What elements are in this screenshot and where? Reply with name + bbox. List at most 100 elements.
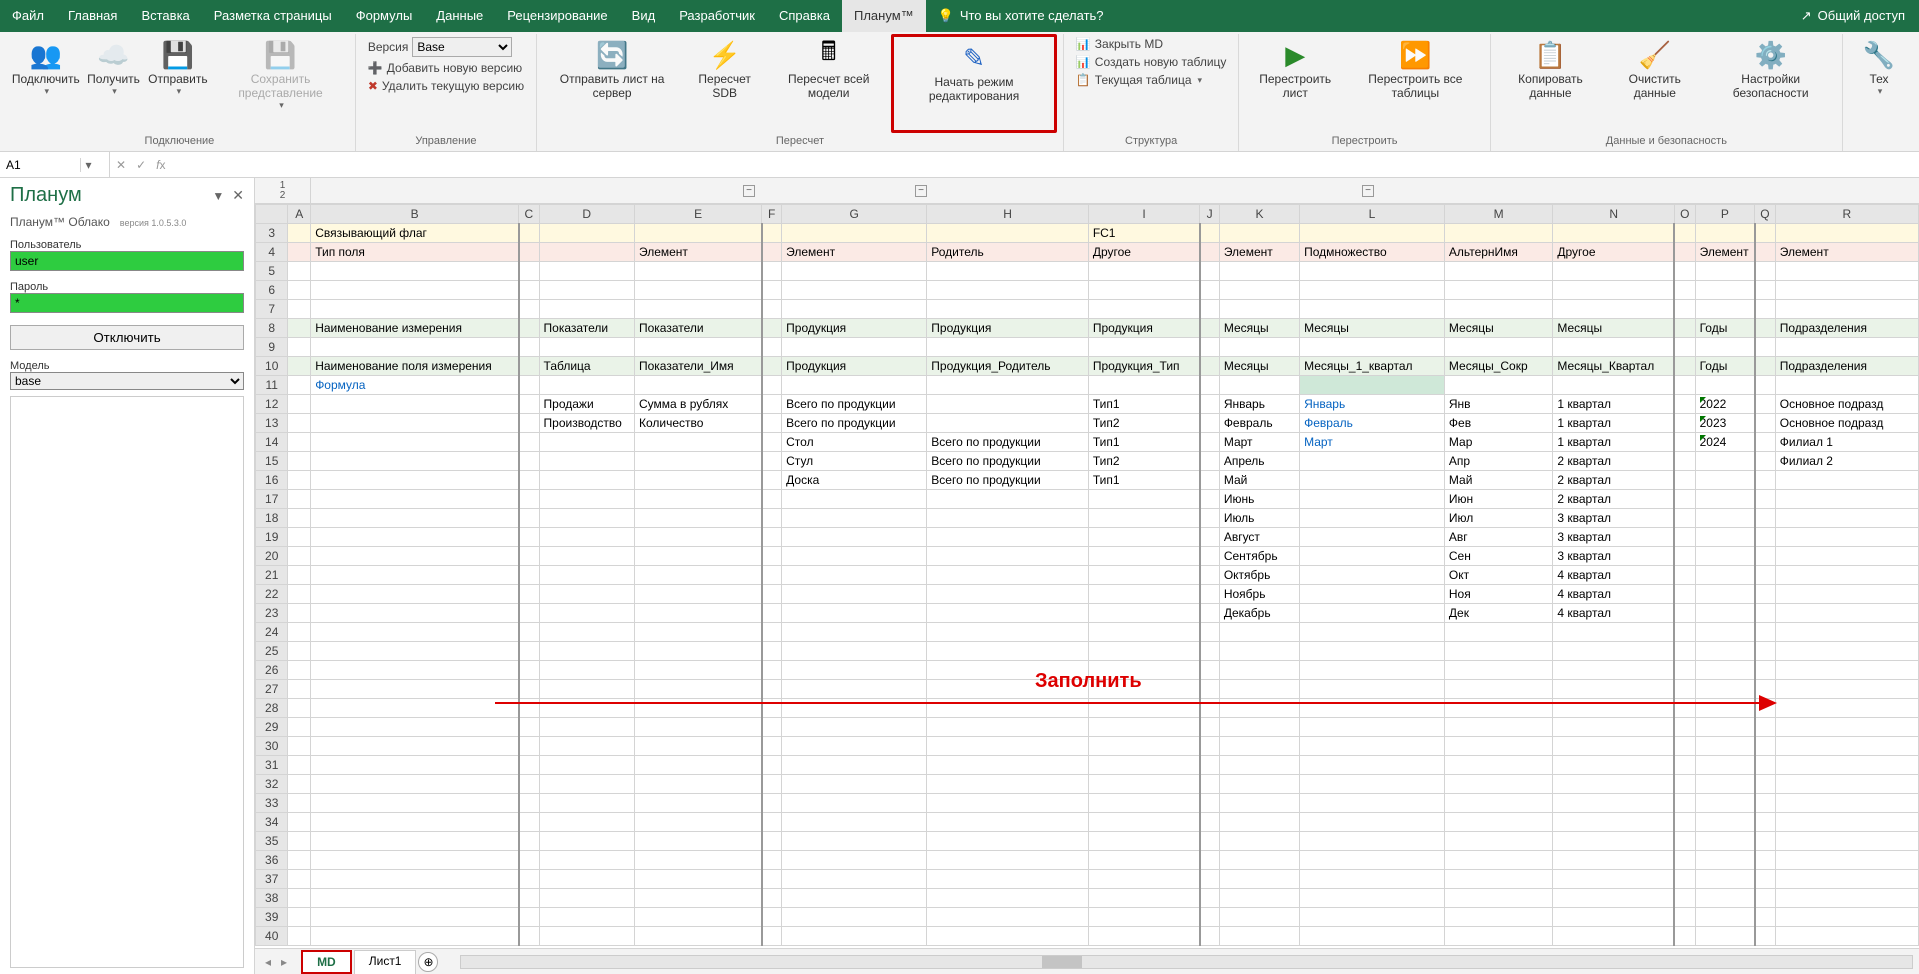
row-header-5[interactable]: 5 <box>256 262 288 281</box>
cell-D37[interactable] <box>539 870 634 889</box>
cell-D4[interactable] <box>539 243 634 262</box>
cell-L3[interactable] <box>1300 224 1445 243</box>
cell-P39[interactable] <box>1695 908 1754 927</box>
pane-close-icon[interactable]: ✕ <box>232 187 244 203</box>
cell-B36[interactable] <box>311 851 519 870</box>
cell-B8[interactable]: Наименование измерения <box>311 319 519 338</box>
recalc-sdb-button[interactable]: ⚡Пересчет SDB <box>683 34 766 133</box>
cell-E38[interactable] <box>634 889 761 908</box>
user-input[interactable] <box>10 251 244 271</box>
cell-C37[interactable] <box>519 870 539 889</box>
cell-J26[interactable] <box>1200 661 1220 680</box>
cell-C3[interactable] <box>519 224 539 243</box>
cell-E14[interactable] <box>634 433 761 452</box>
cell-D35[interactable] <box>539 832 634 851</box>
cell-H11[interactable] <box>927 376 1089 395</box>
cell-D40[interactable] <box>539 927 634 946</box>
cell-P5[interactable] <box>1695 262 1754 281</box>
col-header-E[interactable]: E <box>634 205 761 224</box>
cell-J34[interactable] <box>1200 813 1220 832</box>
outline-collapse-E[interactable]: − <box>743 185 755 197</box>
cell-I40[interactable] <box>1088 927 1200 946</box>
cell-A12[interactable] <box>288 395 311 414</box>
cell-B40[interactable] <box>311 927 519 946</box>
cell-E30[interactable] <box>634 737 761 756</box>
cell-M10[interactable]: Месяцы_Сокр <box>1444 357 1552 376</box>
close-md-button[interactable]: 📊Закрыть MD <box>1074 36 1229 52</box>
cell-E21[interactable] <box>634 566 761 585</box>
cell-L8[interactable]: Месяцы <box>1300 319 1445 338</box>
cell-E19[interactable] <box>634 528 761 547</box>
cell-E7[interactable] <box>634 300 761 319</box>
clear-data-button[interactable]: 🧹Очистить данные <box>1606 34 1703 133</box>
cell-G34[interactable] <box>782 813 927 832</box>
rebuild-sheet-button[interactable]: ▶Перестроить лист <box>1245 34 1345 133</box>
cell-I25[interactable] <box>1088 642 1200 661</box>
col-header-K[interactable]: K <box>1219 205 1299 224</box>
cell-K15[interactable]: Апрель <box>1219 452 1299 471</box>
cell-K23[interactable]: Декабрь <box>1219 604 1299 623</box>
cell-B19[interactable] <box>311 528 519 547</box>
cell-J39[interactable] <box>1200 908 1220 927</box>
name-box-dropdown[interactable]: ▾ <box>80 158 96 172</box>
cell-K31[interactable] <box>1219 756 1299 775</box>
cell-B39[interactable] <box>311 908 519 927</box>
cell-O23[interactable] <box>1674 604 1695 623</box>
cell-G12[interactable]: Всего по продукции <box>782 395 927 414</box>
cell-M31[interactable] <box>1444 756 1552 775</box>
cell-I29[interactable] <box>1088 718 1200 737</box>
cell-G4[interactable]: Элемент <box>782 243 927 262</box>
cell-H33[interactable] <box>927 794 1089 813</box>
cell-I3[interactable]: FC1 <box>1088 224 1200 243</box>
cell-C29[interactable] <box>519 718 539 737</box>
cell-O39[interactable] <box>1674 908 1695 927</box>
cell-A4[interactable] <box>288 243 311 262</box>
cell-F29[interactable] <box>762 718 782 737</box>
cell-Q40[interactable] <box>1755 927 1776 946</box>
cell-A37[interactable] <box>288 870 311 889</box>
row-header-40[interactable]: 40 <box>256 927 288 946</box>
cell-O28[interactable] <box>1674 699 1695 718</box>
cell-R25[interactable] <box>1775 642 1918 661</box>
cell-B13[interactable] <box>311 414 519 433</box>
cell-G30[interactable] <box>782 737 927 756</box>
cell-K26[interactable] <box>1219 661 1299 680</box>
cell-Q9[interactable] <box>1755 338 1776 357</box>
cell-M21[interactable]: Окт <box>1444 566 1552 585</box>
cell-G20[interactable] <box>782 547 927 566</box>
cell-E40[interactable] <box>634 927 761 946</box>
cell-F3[interactable] <box>762 224 782 243</box>
cell-G38[interactable] <box>782 889 927 908</box>
cell-K36[interactable] <box>1219 851 1299 870</box>
cell-R11[interactable] <box>1775 376 1918 395</box>
cell-J3[interactable] <box>1200 224 1220 243</box>
cell-P9[interactable] <box>1695 338 1754 357</box>
cell-H32[interactable] <box>927 775 1089 794</box>
cell-J30[interactable] <box>1200 737 1220 756</box>
cell-G21[interactable] <box>782 566 927 585</box>
col-header-F[interactable]: F <box>762 205 782 224</box>
cell-B4[interactable]: Тип поля <box>311 243 519 262</box>
fx-icon[interactable]: fx <box>156 158 165 172</box>
cell-R18[interactable] <box>1775 509 1918 528</box>
cell-R27[interactable] <box>1775 680 1918 699</box>
cell-M39[interactable] <box>1444 908 1552 927</box>
cell-K37[interactable] <box>1219 870 1299 889</box>
cell-J28[interactable] <box>1200 699 1220 718</box>
outline-collapse-G[interactable]: − <box>915 185 927 197</box>
col-header-Q[interactable]: Q <box>1755 205 1776 224</box>
cell-I21[interactable] <box>1088 566 1200 585</box>
cell-G39[interactable] <box>782 908 927 927</box>
cell-N13[interactable]: 1 квартал <box>1553 414 1675 433</box>
cell-N25[interactable] <box>1553 642 1675 661</box>
cell-K22[interactable]: Ноябрь <box>1219 585 1299 604</box>
cell-B5[interactable] <box>311 262 519 281</box>
cell-O16[interactable] <box>1674 471 1695 490</box>
cell-G31[interactable] <box>782 756 927 775</box>
cell-I14[interactable]: Тип1 <box>1088 433 1200 452</box>
sheet-tab-MD[interactable]: MD <box>301 950 352 974</box>
cell-I28[interactable] <box>1088 699 1200 718</box>
cell-H14[interactable]: Всего по продукции <box>927 433 1089 452</box>
cell-O22[interactable] <box>1674 585 1695 604</box>
cell-F37[interactable] <box>762 870 782 889</box>
